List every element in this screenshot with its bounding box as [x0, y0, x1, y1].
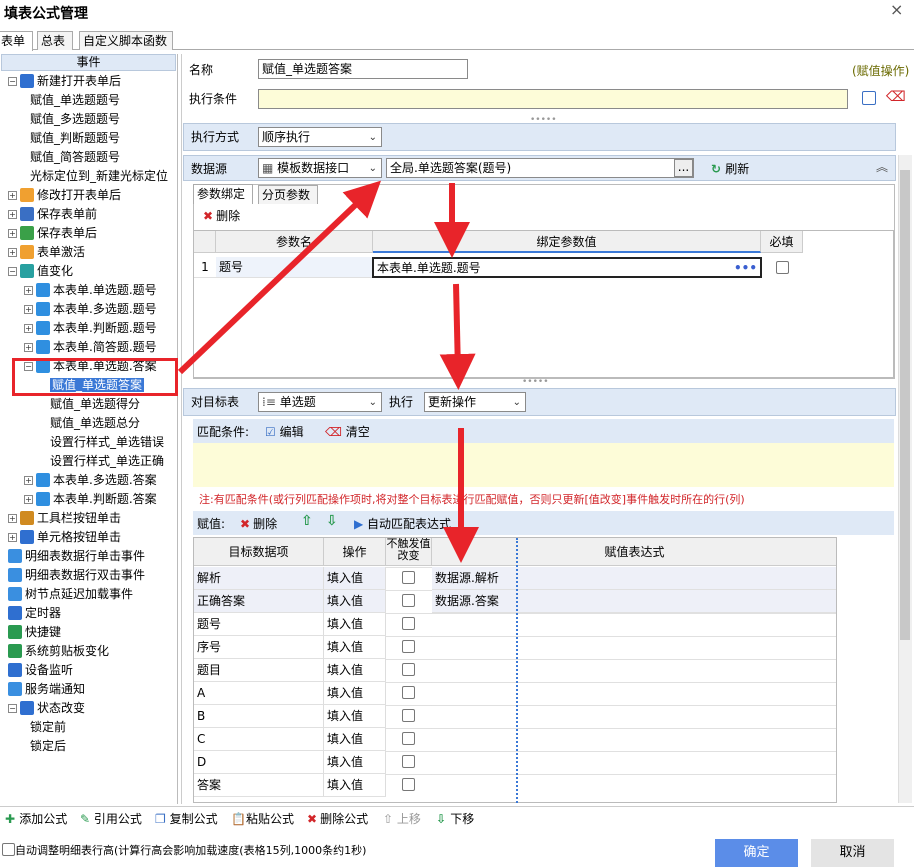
paste-formula-button[interactable]: 📋粘贴公式 — [231, 811, 294, 827]
arrow-down-icon: ⇩ — [436, 812, 451, 826]
add-formula-button[interactable]: ✚ 添加公式 — [5, 811, 67, 827]
auto-row-checkbox[interactable] — [2, 843, 15, 856]
annotation-arrows — [177, 180, 479, 563]
copy-formula-button[interactable]: ❐ 复制公式 — [155, 811, 218, 827]
paste-icon: 📋 — [231, 812, 246, 826]
delete-icon: ✖ — [307, 812, 318, 826]
arrow-to-datasource — [177, 180, 382, 375]
auto-row-label: 自动调整明细表行高(计算行高会影响加载速度(表格15列,1000条约1秒) — [15, 844, 367, 857]
plus-icon: ✚ — [5, 812, 20, 826]
arrow-up-icon: ⇧ — [383, 812, 397, 826]
delete-formula-button[interactable]: ✖ 删除公式 — [307, 811, 368, 827]
arrow-down-2 — [439, 283, 476, 390]
cancel-button[interactable]: 取消 — [811, 839, 894, 867]
copy-icon: ❐ — [155, 812, 170, 826]
move-up-button[interactable]: ⇧ 上移 — [383, 811, 421, 827]
move-down-button[interactable]: ⇩ 下移 — [436, 811, 474, 827]
ok-button[interactable]: 确定 — [715, 839, 798, 867]
ref-formula-button[interactable]: ✎ 引用公式 — [80, 811, 142, 827]
link-icon: ✎ — [80, 812, 94, 826]
